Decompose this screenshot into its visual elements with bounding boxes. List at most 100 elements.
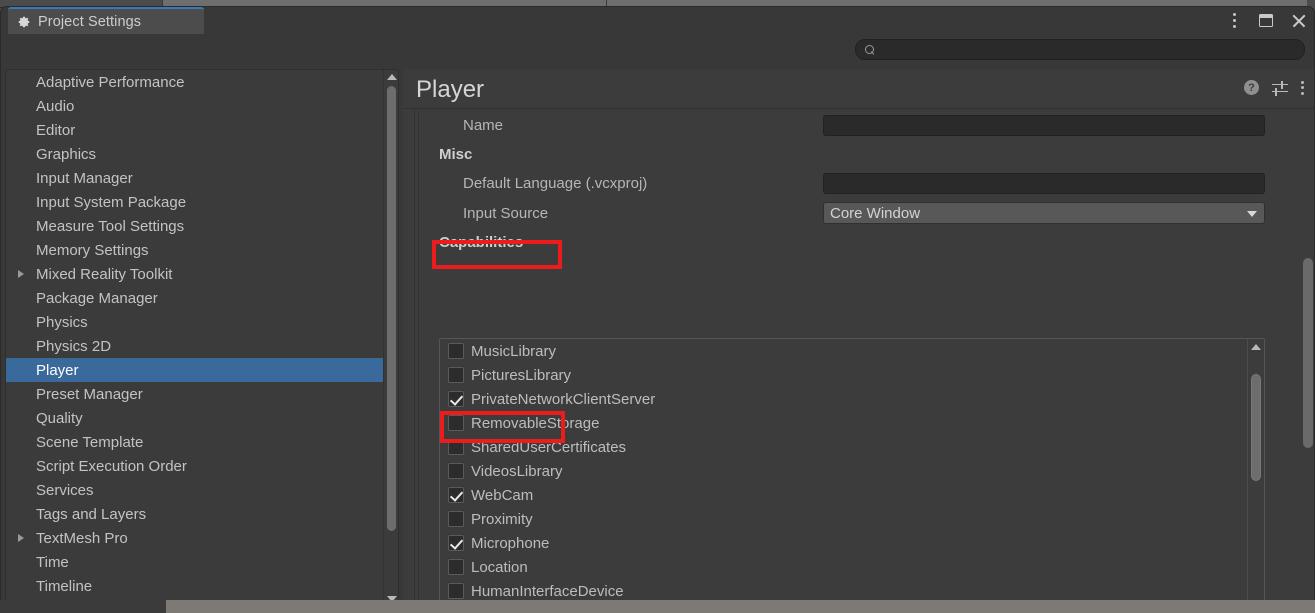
sidebar-item-input-manager[interactable]: Input Manager	[6, 166, 384, 190]
capabilities-listbox[interactable]: MusicLibrary PicturesLibrary PrivateNetwor…	[439, 338, 1265, 606]
capability-label: HumanInterfaceDevice	[471, 582, 624, 600]
capability-row[interactable]: Microphone	[440, 531, 1248, 555]
preset-icon[interactable]	[1272, 80, 1288, 96]
window-controls	[1224, 10, 1308, 30]
expand-arrow-icon[interactable]	[18, 270, 24, 278]
sidebar-item-scene-template[interactable]: Scene Template	[6, 430, 384, 454]
capabilities-scroll-thumb[interactable]	[1251, 374, 1261, 481]
sidebar-scrollbar[interactable]	[383, 70, 398, 605]
scroll-up-arrow-icon[interactable]	[1251, 344, 1261, 350]
name-input[interactable]	[823, 115, 1265, 136]
sidebar-item-script-execution-order[interactable]: Script Execution Order	[6, 454, 384, 478]
capability-checkbox[interactable]	[448, 535, 464, 551]
gear-icon	[18, 16, 30, 27]
panel-menu-icon[interactable]	[1301, 80, 1304, 95]
sidebar-item-label: Adaptive Performance	[36, 73, 185, 91]
capability-checkbox[interactable]	[448, 415, 464, 431]
sidebar-item-player[interactable]: Player	[6, 358, 384, 382]
sidebar-item-label: Editor	[36, 121, 76, 139]
sidebar-item-tags-and-layers[interactable]: Tags and Layers	[6, 502, 384, 526]
input-source-value: Core Window	[830, 204, 921, 222]
label-default-language: Default Language (.vcxproj)	[463, 174, 648, 192]
sidebar-item-label: Memory Settings	[36, 241, 149, 259]
capability-label: Location	[471, 558, 528, 576]
sidebar-item-physics[interactable]: Physics	[6, 310, 384, 334]
sidebar-item-preset-manager[interactable]: Preset Manager	[6, 382, 384, 406]
capability-label: MusicLibrary	[471, 342, 557, 360]
sidebar-item-package-manager[interactable]: Package Manager	[6, 286, 384, 310]
project-settings-window: Project Settings Adaptive Performance Aud…	[0, 0, 1315, 613]
capability-checkbox[interactable]	[448, 367, 464, 383]
sidebar-item-label: Timeline	[36, 577, 93, 595]
sidebar-item-graphics[interactable]: Graphics	[6, 142, 384, 166]
sidebar-item-label: Measure Tool Settings	[36, 217, 185, 235]
search-field[interactable]	[855, 39, 1305, 60]
tab-project-settings[interactable]: Project Settings	[8, 7, 204, 34]
capability-row[interactable]: RemovableStorage	[440, 411, 1248, 435]
capability-row[interactable]: PrivateNetworkClientServer	[440, 387, 1248, 411]
row-default-language: Default Language (.vcxproj)	[403, 168, 1314, 198]
sidebar-item-measure-tool-settings[interactable]: Measure Tool Settings	[6, 214, 384, 238]
player-settings-panel: Player ? Name Misc Default Language (.vc…	[403, 69, 1314, 606]
sidebar-item-memory-settings[interactable]: Memory Settings	[6, 238, 384, 262]
capability-row[interactable]: Location	[440, 555, 1248, 579]
sidebar-item-input-system-package[interactable]: Input System Package	[6, 190, 384, 214]
panel-header: Player ?	[403, 69, 1314, 109]
sidebar-item-mixed-reality-toolkit[interactable]: Mixed Reality Toolkit	[6, 262, 384, 286]
capability-checkbox[interactable]	[448, 343, 464, 359]
sidebar-item-label: Preset Manager	[36, 385, 143, 403]
sidebar-item-label: Tags and Layers	[36, 505, 147, 523]
window-frame: Project Settings Adaptive Performance Aud…	[0, 6, 1315, 606]
default-language-input[interactable]	[823, 173, 1265, 194]
capability-label: SharedUserCertificates	[471, 438, 627, 456]
window-menu-button[interactable]	[1224, 10, 1244, 30]
capability-checkbox[interactable]	[448, 511, 464, 527]
panel-scrollbar[interactable]	[1300, 110, 1314, 606]
sidebar-item-editor[interactable]: Editor	[6, 118, 384, 142]
capability-checkbox[interactable]	[448, 583, 464, 599]
sidebar-item-label: Scene Template	[36, 433, 144, 451]
sidebar-item-label: Physics 2D	[36, 337, 112, 355]
window-bottom-strip	[0, 600, 1315, 613]
sidebar-item-label: Mixed Reality Toolkit	[36, 265, 173, 283]
capability-row[interactable]: SharedUserCertificates	[440, 435, 1248, 459]
capability-checkbox[interactable]	[448, 391, 464, 407]
capability-checkbox[interactable]	[448, 559, 464, 575]
capability-checkbox[interactable]	[448, 463, 464, 479]
sidebar-item-label: Package Manager	[36, 289, 158, 307]
sidebar-item-adaptive-performance[interactable]: Adaptive Performance	[6, 70, 384, 94]
capability-row[interactable]: VideosLibrary	[440, 459, 1248, 483]
capability-checkbox[interactable]	[448, 439, 464, 455]
sidebar-item-timeline[interactable]: Timeline	[6, 574, 384, 598]
capability-row[interactable]: WebCam	[440, 483, 1248, 507]
capability-label: PicturesLibrary	[471, 366, 572, 384]
sidebar-item-quality[interactable]: Quality	[6, 406, 384, 430]
sidebar-scroll-thumb[interactable]	[387, 86, 396, 531]
close-button[interactable]	[1288, 10, 1308, 30]
sidebar-item-label: Quality	[36, 409, 83, 427]
sidebar-item-audio[interactable]: Audio	[6, 94, 384, 118]
sidebar-list: Adaptive Performance Audio Editor Graphics I…	[6, 70, 384, 605]
sidebar-item-time[interactable]: Time	[6, 550, 384, 574]
capabilities-header: Capabilities	[439, 233, 524, 251]
capability-label: RemovableStorage	[471, 414, 600, 432]
tab-label: Project Settings	[38, 13, 142, 30]
sidebar-item-textmesh-pro[interactable]: TextMesh Pro	[6, 526, 384, 550]
expand-arrow-icon[interactable]	[18, 534, 24, 542]
scroll-up-arrow-icon[interactable]	[387, 74, 397, 80]
capability-row[interactable]: MusicLibrary	[440, 339, 1248, 363]
panel-scroll-thumb[interactable]	[1303, 258, 1313, 448]
help-icon[interactable]: ?	[1244, 80, 1259, 95]
maximize-button[interactable]	[1256, 10, 1276, 30]
sidebar-item-services[interactable]: Services	[6, 478, 384, 502]
capabilities-scrollbar[interactable]	[1247, 339, 1264, 606]
settings-sidebar[interactable]: Adaptive Performance Audio Editor Graphics I…	[5, 69, 399, 606]
capability-checkbox[interactable]	[448, 487, 464, 503]
capability-row[interactable]: PicturesLibrary	[440, 363, 1248, 387]
search-input[interactable]	[879, 43, 1279, 56]
sidebar-item-physics-2d[interactable]: Physics 2D	[6, 334, 384, 358]
capability-label: PrivateNetworkClientServer	[471, 390, 656, 408]
input-source-dropdown[interactable]: Core Window	[823, 202, 1265, 224]
capability-row[interactable]: Proximity	[440, 507, 1248, 531]
capability-label: WebCam	[471, 486, 534, 504]
